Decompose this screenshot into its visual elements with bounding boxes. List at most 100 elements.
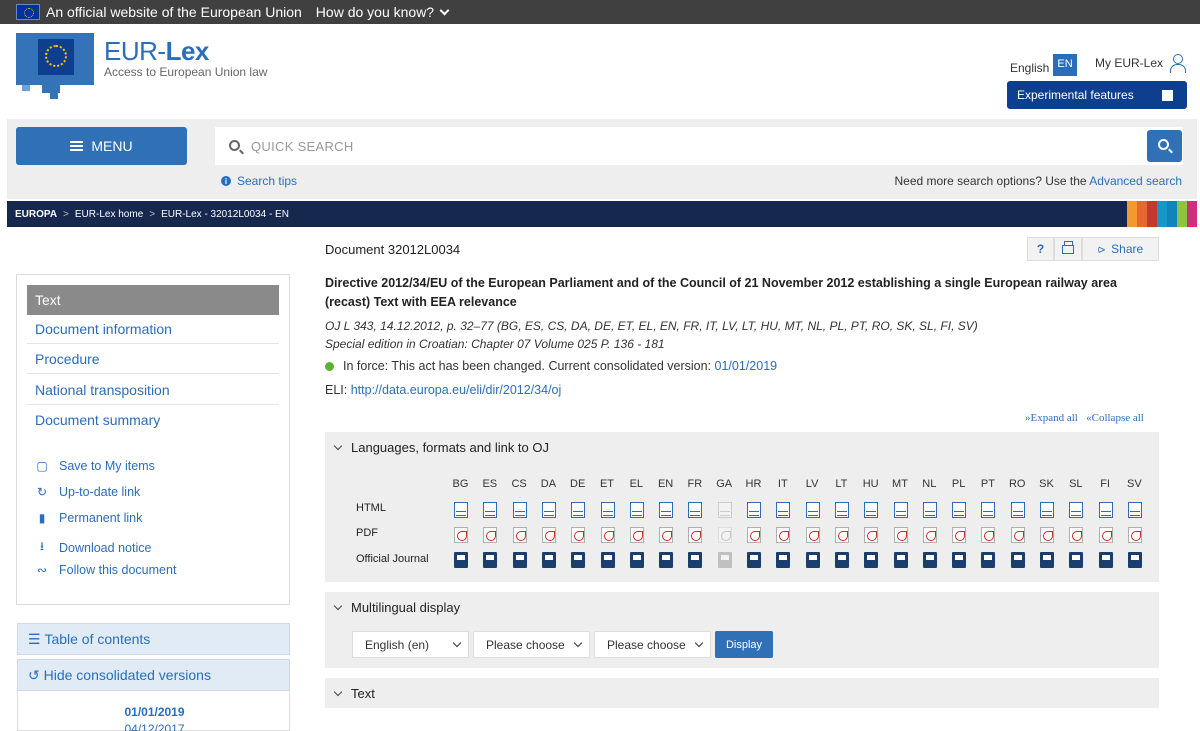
oj-it-icon[interactable] <box>776 552 791 568</box>
eli-link[interactable]: http://data.europa.eu/eli/dir/2012/34/oj <box>351 383 562 397</box>
menu-button[interactable]: MENU <box>16 127 187 165</box>
how-do-you-know-toggle[interactable]: How do you know? <box>316 4 450 20</box>
html-et-icon[interactable] <box>600 502 615 518</box>
html-es-icon[interactable] <box>483 502 498 518</box>
html-nl-icon[interactable] <box>922 502 937 518</box>
oj-ro-icon[interactable] <box>1010 552 1025 568</box>
pdf-it-icon[interactable] <box>776 527 791 543</box>
language-select-2[interactable]: Please choose <box>473 631 590 658</box>
version-item[interactable]: 01/01/2019 <box>18 705 291 719</box>
experimental-features-toggle[interactable]: Experimental features <box>1007 81 1187 109</box>
sidebar-item-procedure[interactable]: Procedure <box>27 344 279 374</box>
oj-pl-icon[interactable] <box>952 552 967 568</box>
pdf-fi-icon[interactable] <box>1098 527 1113 543</box>
collapse-all-link[interactable]: «Collapse all <box>1086 412 1144 424</box>
pdf-bg-icon[interactable] <box>454 527 468 543</box>
pdf-en-icon[interactable] <box>659 527 674 543</box>
up-to-date-link[interactable]: ↻ Up-to-date link <box>35 485 140 499</box>
quick-search-input[interactable]: QUICK SEARCH <box>215 127 1183 165</box>
pdf-et-icon[interactable] <box>600 527 615 543</box>
oj-fr-icon[interactable] <box>688 552 703 568</box>
oj-cs-icon[interactable] <box>512 552 527 568</box>
pdf-cs-icon[interactable] <box>512 527 527 543</box>
my-eurlex-link[interactable]: My EUR-Lex <box>1095 54 1187 73</box>
oj-fi-icon[interactable] <box>1098 552 1113 568</box>
oj-bg-icon[interactable] <box>454 552 468 568</box>
oj-en-icon[interactable] <box>659 552 674 568</box>
html-it-icon[interactable] <box>776 502 791 518</box>
pdf-sv-icon[interactable] <box>1127 527 1142 543</box>
search-tips-link[interactable]: i Search tips <box>221 174 297 188</box>
oj-de-icon[interactable] <box>571 552 586 568</box>
pdf-mt-icon[interactable] <box>893 527 908 543</box>
eurlex-logo[interactable] <box>16 33 94 99</box>
html-lv-icon[interactable] <box>805 502 820 518</box>
sidebar-item-text[interactable]: Text <box>27 285 279 315</box>
save-to-my-items-link[interactable]: ▢ Save to My items <box>35 459 155 473</box>
sidebar-item-document-information[interactable]: Document information <box>27 314 279 344</box>
oj-lv-icon[interactable] <box>805 552 820 568</box>
oj-da-icon[interactable] <box>541 552 556 568</box>
oj-mt-icon[interactable] <box>893 552 908 568</box>
html-pl-icon[interactable] <box>952 502 967 518</box>
brand-name[interactable]: EUR-Lex <box>104 36 209 67</box>
oj-hr-icon[interactable] <box>747 552 761 568</box>
language-selector[interactable]: English EN <box>1010 54 1077 79</box>
oj-sl-icon[interactable] <box>1069 552 1084 568</box>
pdf-de-icon[interactable] <box>571 527 586 543</box>
pdf-es-icon[interactable] <box>483 527 498 543</box>
oj-sk-icon[interactable] <box>1040 552 1054 568</box>
print-button[interactable] <box>1054 237 1082 261</box>
html-sl-icon[interactable] <box>1069 502 1084 518</box>
pdf-sl-icon[interactable] <box>1069 527 1084 543</box>
hide-consolidated-versions-button[interactable]: ↺ Hide consolidated versions <box>17 659 290 691</box>
display-button[interactable]: Display <box>715 631 773 658</box>
oj-es-icon[interactable] <box>483 552 498 568</box>
language-select-1[interactable]: English (en) <box>352 631 469 658</box>
oj-lt-icon[interactable] <box>834 552 849 568</box>
expand-all-link[interactable]: »Expand all <box>1025 412 1078 424</box>
html-de-icon[interactable] <box>571 502 586 518</box>
pdf-hu-icon[interactable] <box>864 527 879 543</box>
pdf-lt-icon[interactable] <box>834 527 849 543</box>
pdf-lv-icon[interactable] <box>805 527 820 543</box>
html-hu-icon[interactable] <box>864 502 879 518</box>
html-hr-icon[interactable] <box>747 502 761 518</box>
follow-document-link[interactable]: ∾ Follow this document <box>35 563 176 577</box>
download-notice-link[interactable]: ⭳ Download notice <box>35 537 152 558</box>
consolidated-version-link[interactable]: 01/01/2019 <box>715 359 778 373</box>
html-fr-icon[interactable] <box>688 502 703 518</box>
share-button[interactable]: ⪧ Share <box>1082 237 1159 261</box>
oj-pt-icon[interactable] <box>981 552 996 568</box>
languages-panel-header[interactable]: Languages, formats and link to OJ <box>325 432 1159 462</box>
pdf-nl-icon[interactable] <box>922 527 937 543</box>
oj-hu-icon[interactable] <box>864 552 879 568</box>
sidebar-item-document-summary[interactable]: Document summary <box>27 405 279 435</box>
language-select-3[interactable]: Please choose <box>594 631 711 658</box>
html-da-icon[interactable] <box>541 502 556 518</box>
advanced-search-link[interactable]: Advanced search <box>1089 174 1182 188</box>
breadcrumb-eurlex-home[interactable]: EUR-Lex home <box>75 209 143 220</box>
text-panel-header[interactable]: Text <box>325 678 1159 708</box>
breadcrumb-europa[interactable]: EUROPA <box>15 209 57 220</box>
permanent-link[interactable]: ▮ Permanent link <box>35 511 143 525</box>
pdf-ro-icon[interactable] <box>1010 527 1025 543</box>
html-sk-icon[interactable] <box>1040 502 1054 518</box>
html-en-icon[interactable] <box>659 502 674 518</box>
experimental-checkbox[interactable] <box>1162 90 1173 101</box>
pdf-fr-icon[interactable] <box>688 527 703 543</box>
table-of-contents-button[interactable]: ☰ Table of contents <box>17 623 290 655</box>
html-pt-icon[interactable] <box>981 502 996 518</box>
html-ro-icon[interactable] <box>1010 502 1025 518</box>
pdf-el-icon[interactable] <box>629 527 644 543</box>
html-el-icon[interactable] <box>629 502 644 518</box>
help-button[interactable]: ? <box>1027 237 1054 261</box>
version-item[interactable]: 04/12/2017 <box>18 722 291 731</box>
oj-el-icon[interactable] <box>629 552 644 568</box>
pdf-sk-icon[interactable] <box>1040 527 1054 543</box>
html-mt-icon[interactable] <box>893 502 908 518</box>
pdf-hr-icon[interactable] <box>747 527 761 543</box>
multilingual-panel-header[interactable]: Multilingual display <box>325 592 1159 622</box>
html-bg-icon[interactable] <box>454 502 468 518</box>
oj-et-icon[interactable] <box>600 552 615 568</box>
